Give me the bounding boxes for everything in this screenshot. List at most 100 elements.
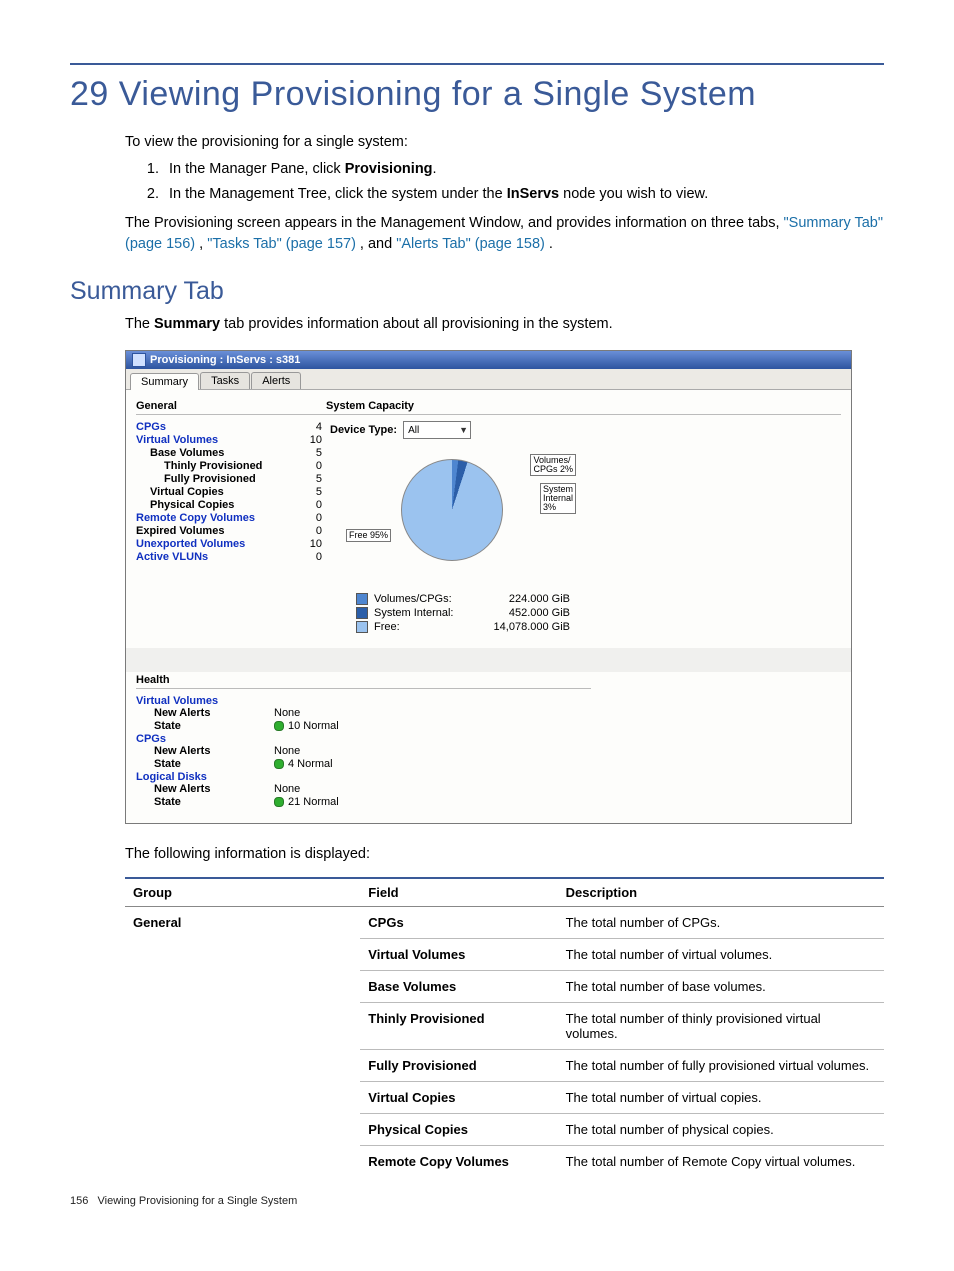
cell-group: General <box>125 907 360 939</box>
general-value: 4 <box>300 421 322 433</box>
health-label: New Alerts <box>136 783 274 795</box>
general-row: Virtual Copies5 <box>136 486 326 499</box>
para-post: . <box>545 236 553 252</box>
general-value: 5 <box>300 473 322 485</box>
step-2-post: node you wish to view. <box>559 186 708 202</box>
cell-desc: The total number of virtual copies. <box>558 1082 884 1114</box>
capacity-pie-chart: Volumes/ CPGs 2% System Internal 3% Free… <box>346 449 576 584</box>
general-row: Thinly Provisioned0 <box>136 460 326 473</box>
cell-field: Virtual Copies <box>360 1082 557 1114</box>
general-label[interactable]: Virtual Volumes <box>136 434 218 446</box>
general-row: Unexported Volumes10 <box>136 538 326 551</box>
health-label: State <box>136 796 274 808</box>
health-value-text: 21 Normal <box>288 796 339 808</box>
callout-free: Free 95% <box>346 529 391 542</box>
cell-group <box>125 1114 360 1146</box>
legend-swatch-icon <box>356 621 368 633</box>
general-value: 5 <box>300 447 322 459</box>
callout-volumes: Volumes/ CPGs 2% <box>530 454 576 476</box>
legend-value: 14,078.000 GiB <box>480 621 570 633</box>
device-type-label: Device Type: <box>330 424 397 436</box>
cell-group <box>125 939 360 971</box>
chevron-down-icon: ▼ <box>459 425 468 435</box>
health-value: 10 Normal <box>274 720 354 732</box>
window-title: Provisioning : InServs : s381 <box>150 354 300 366</box>
step-2-bold: InServs <box>507 186 559 202</box>
th-field: Field <box>360 878 557 907</box>
general-value: 5 <box>300 486 322 498</box>
legend-label: Free: <box>374 621 474 633</box>
link-tasks-tab[interactable]: "Tasks Tab" (page 157) <box>207 236 356 252</box>
status-dot-icon <box>274 797 284 807</box>
health-value: 21 Normal <box>274 796 354 808</box>
health-row: State10 Normal <box>136 720 591 733</box>
section-para: The Summary tab provides information abo… <box>125 314 884 335</box>
cell-group <box>125 971 360 1003</box>
tab-row: Summary Tasks Alerts <box>126 369 851 390</box>
cell-desc: The total number of base volumes. <box>558 971 884 1003</box>
device-type-select[interactable]: All ▼ <box>403 421 471 439</box>
legend-row: Free: 14,078.000 GiB <box>356 620 841 634</box>
step-2: In the Management Tree, click the system… <box>163 184 884 205</box>
health-value: None <box>274 707 354 719</box>
health-group-title[interactable]: Virtual Volumes <box>136 695 591 707</box>
pie-icon <box>401 459 503 561</box>
cell-desc: The total number of virtual volumes. <box>558 939 884 971</box>
link-alerts-tab[interactable]: "Alerts Tab" (page 158) <box>396 236 545 252</box>
legend-row: System Internal:452.000 GiB <box>356 606 841 620</box>
health-group-title[interactable]: CPGs <box>136 733 591 745</box>
step-2-pre: In the Management Tree, click the system… <box>169 186 507 202</box>
general-label[interactable]: CPGs <box>136 421 166 433</box>
intro-lead: To view the provisioning for a single sy… <box>125 132 884 153</box>
cell-desc: The total number of fully provisioned vi… <box>558 1050 884 1082</box>
cell-group <box>125 1050 360 1082</box>
general-row: Virtual Volumes 10 <box>136 434 326 447</box>
general-value: 0 <box>300 460 322 472</box>
health-row: New AlertsNone <box>136 707 591 720</box>
status-dot-icon <box>274 721 284 731</box>
para-pre: The Provisioning screen appears in the M… <box>125 215 784 231</box>
cell-field: Thinly Provisioned <box>360 1003 557 1050</box>
callout-system: System Internal 3% <box>540 483 576 514</box>
general-value: 10 <box>300 434 322 446</box>
info-table: Group Field Description GeneralCPGsThe t… <box>125 877 884 1177</box>
cell-field: Virtual Volumes <box>360 939 557 971</box>
chapter-title: 29 Viewing Provisioning for a Single Sys… <box>70 75 884 114</box>
health-group-title[interactable]: Logical Disks <box>136 771 591 783</box>
general-row: Remote Copy Volumes0 <box>136 512 326 525</box>
cell-group <box>125 1003 360 1050</box>
cell-field: Fully Provisioned <box>360 1050 557 1082</box>
general-label[interactable]: Remote Copy Volumes <box>136 512 255 524</box>
legend-swatch-icon <box>356 607 368 619</box>
legend-value: 224.000 GiB <box>480 593 570 605</box>
cell-field: Base Volumes <box>360 971 557 1003</box>
section-title: Summary Tab <box>70 277 884 306</box>
health-value-text: 4 Normal <box>288 758 333 770</box>
general-row: CPGs 4 <box>136 421 326 434</box>
step-1-post: . <box>433 161 437 177</box>
tab-tasks[interactable]: Tasks <box>200 372 250 389</box>
general-label[interactable]: Unexported Volumes <box>136 538 245 550</box>
table-row: Thinly ProvisionedThe total number of th… <box>125 1003 884 1050</box>
th-desc: Description <box>558 878 884 907</box>
general-label: Physical Copies <box>136 499 234 511</box>
sep2: , and <box>356 236 396 252</box>
tab-alerts[interactable]: Alerts <box>251 372 301 389</box>
health-value-text: None <box>274 783 300 795</box>
screenshot-panel: Provisioning : InServs : s381 Summary Ta… <box>125 350 852 824</box>
health-value: None <box>274 745 354 757</box>
top-rule <box>70 63 884 65</box>
device-type-value: All <box>408 425 419 436</box>
window-titlebar: Provisioning : InServs : s381 <box>126 351 851 369</box>
tab-summary[interactable]: Summary <box>130 373 199 390</box>
health-value-text: 10 Normal <box>288 720 339 732</box>
section-para-post: tab provides information about all provi… <box>220 316 613 332</box>
cell-desc: The total number of thinly provisioned v… <box>558 1003 884 1050</box>
health-row: State 21 Normal <box>136 796 591 809</box>
cell-field: CPGs <box>360 907 557 939</box>
general-row: Base Volumes5 <box>136 447 326 460</box>
general-label[interactable]: Active VLUNs <box>136 551 208 563</box>
legend-row: Volumes/CPGs:224.000 GiB <box>356 592 841 606</box>
table-row: Remote Copy VolumesThe total number of R… <box>125 1146 884 1178</box>
section-para-pre: The <box>125 316 154 332</box>
